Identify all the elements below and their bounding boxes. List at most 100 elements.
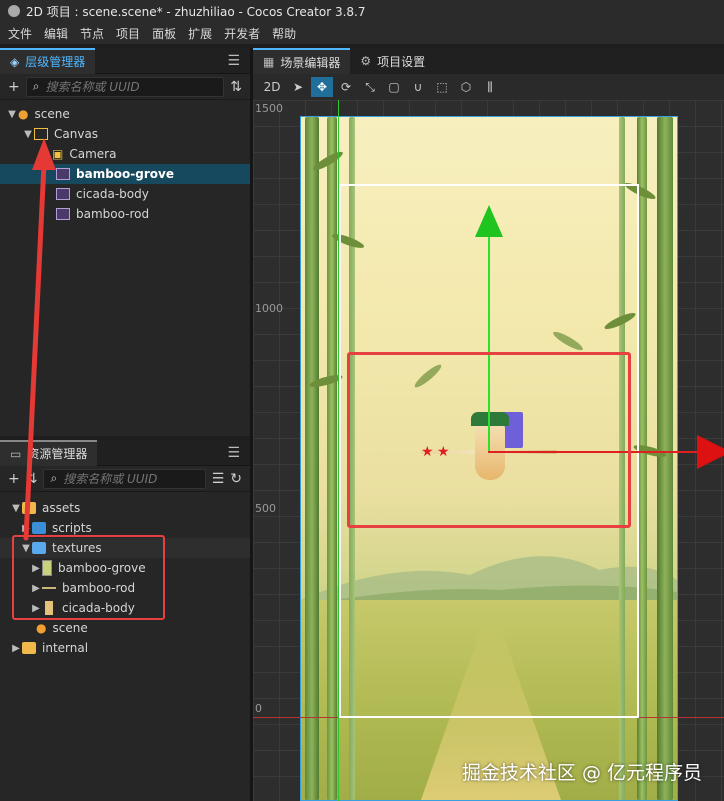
tab-project-settings[interactable]: ⚙ 项目设置: [350, 48, 435, 74]
node-label: bamboo-grove: [76, 167, 174, 181]
tab-assets[interactable]: ▭ 资源管理器: [0, 439, 98, 466]
assets-panel: ▭ 资源管理器 ☰ + ⇅ ⌕ ☰ ↻ ▼ assets ▶ scripts ▼…: [0, 439, 250, 801]
hierarchy-tree: ▼ ● scene ▼ Canvas ▣ Camera bamboo-grove…: [0, 100, 250, 224]
tree-node-bamboo-rod[interactable]: bamboo-rod: [0, 204, 250, 224]
bamboo-stalk: [327, 117, 337, 800]
node-label: cicada-body: [76, 187, 149, 201]
scene-toolbar: 2D ➤ ✥ ⟳ ⤡ ▢ ∪ ⬚ ⬡ ⫼: [253, 74, 724, 100]
sprite-icon: [56, 168, 70, 180]
menu-panel[interactable]: 面板: [152, 25, 176, 42]
tab-label: 场景编辑器: [280, 55, 341, 70]
local-space-icon[interactable]: ⬚: [431, 77, 453, 97]
asset-label: scene: [52, 621, 88, 635]
camera-icon: ▣: [52, 147, 64, 161]
tree-node-scene[interactable]: ▼ ● scene: [0, 104, 250, 124]
hierarchy-toolbar: + ⌕ ⇅: [0, 74, 250, 100]
title-bar: 2D 项目 : scene.scene* - zhuzhiliao - Coco…: [0, 0, 724, 22]
expand-arrow-icon[interactable]: ▼: [6, 109, 18, 120]
filter-icon[interactable]: ☰: [212, 471, 225, 487]
hierarchy-tab-label: 层级管理器: [25, 55, 86, 69]
ruler-label: 0: [255, 702, 262, 715]
magnet-tool-icon[interactable]: ∪: [407, 77, 429, 97]
tab-scene-editor[interactable]: ▦ 场景编辑器: [253, 48, 351, 74]
scale-tool-icon[interactable]: ⤡: [359, 77, 381, 97]
scene-icon: ●: [18, 107, 29, 121]
window-title: 2D 项目 : scene.scene* - zhuzhiliao - Coco…: [26, 4, 366, 19]
asset-assets[interactable]: ▼ assets: [0, 498, 250, 518]
folder-icon: ▭: [10, 446, 22, 461]
rect-tool-icon[interactable]: ▢: [383, 77, 405, 97]
tab-label: 项目设置: [377, 54, 426, 69]
scene-editor-icon: ▦: [263, 55, 275, 69]
assets-tab-label: 资源管理器: [27, 447, 88, 461]
menu-extension[interactable]: 扩展: [188, 25, 212, 42]
align-tool-icon[interactable]: ⫼: [479, 77, 501, 97]
gizmo-x-arrow-icon[interactable]: [697, 435, 724, 469]
expand-arrow-icon[interactable]: ▼: [22, 129, 34, 140]
database-icon: [22, 502, 36, 514]
gizmo-y-arrow-icon[interactable]: [475, 205, 503, 237]
menu-node[interactable]: 节点: [80, 25, 104, 42]
tree-node-cicada-body[interactable]: cicada-body: [0, 184, 250, 204]
hierarchy-menu-icon[interactable]: ☰: [227, 53, 240, 69]
move-tool-icon[interactable]: ✥: [311, 77, 333, 97]
database-icon: [22, 642, 36, 654]
assets-header: ▭ 资源管理器 ☰: [0, 439, 250, 466]
expand-arrow-icon[interactable]: ▶: [10, 643, 22, 654]
search-icon: ⌕: [50, 471, 58, 485]
menu-file[interactable]: 文件: [8, 25, 32, 42]
assets-menu-icon[interactable]: ☰: [227, 445, 240, 461]
hierarchy-search-input[interactable]: [45, 79, 224, 94]
menu-developer[interactable]: 开发者: [224, 25, 260, 42]
sprites-highlight-box: [347, 352, 631, 528]
assets-search-input[interactable]: [63, 471, 205, 486]
node-label: scene: [34, 107, 70, 121]
watermark-text: 掘金技术社区 @ 亿元程序员: [461, 762, 702, 784]
app-icon: [8, 5, 20, 17]
ruler-label: 1500: [255, 102, 283, 115]
tree-node-bamboo-grove[interactable]: bamboo-grove: [0, 164, 250, 184]
scene-icon: ●: [36, 621, 47, 635]
hierarchy-panel: ◈ 层级管理器 ☰ + ⌕ ⇅ ▼ ● scene ▼ Canvas ▣ Cam…: [0, 47, 250, 436]
asset-internal[interactable]: ▶ internal: [0, 638, 250, 658]
select-tool-icon[interactable]: ➤: [287, 77, 309, 97]
tree-node-camera[interactable]: ▣ Camera: [0, 144, 250, 164]
sort-icon[interactable]: ⇅: [230, 79, 242, 95]
menu-help[interactable]: 帮助: [272, 25, 296, 42]
bamboo-stalk: [657, 117, 673, 800]
node-label: Camera: [69, 147, 117, 161]
editor-tabs: ▦ 场景编辑器 ⚙ 项目设置: [253, 48, 724, 74]
folder-icon: [32, 522, 46, 534]
menu-edit[interactable]: 编辑: [44, 25, 68, 42]
gear-icon: ⚙: [360, 54, 372, 68]
sprite-icon: [56, 208, 70, 220]
search-icon: ⌕: [32, 79, 40, 93]
tree-node-canvas[interactable]: ▼ Canvas: [0, 124, 250, 144]
menu-project[interactable]: 项目: [116, 25, 140, 42]
rotate-tool-icon[interactable]: ⟳: [335, 77, 357, 97]
add-asset-icon[interactable]: +: [8, 471, 20, 487]
menu-bar: 文件 编辑 节点 项目 面板 扩展 开发者 帮助: [0, 22, 724, 44]
tab-hierarchy[interactable]: ◈ 层级管理器: [0, 47, 96, 74]
expand-arrow-icon[interactable]: ▶: [20, 523, 32, 534]
assets-search[interactable]: ⌕: [43, 468, 206, 489]
textures-highlight-box: [12, 535, 165, 620]
bamboo-stalk: [305, 117, 319, 800]
asset-scene[interactable]: ● scene: [0, 618, 250, 638]
mode-2d-button[interactable]: 2D: [259, 77, 285, 97]
ruler-label: 1000: [255, 302, 283, 315]
asset-label: assets: [42, 501, 81, 515]
hierarchy-search[interactable]: ⌕: [25, 76, 225, 97]
asset-label: internal: [42, 641, 89, 655]
add-node-icon[interactable]: +: [8, 79, 20, 95]
scene-viewport[interactable]: 1500 1000 500 0 ★ ★ 掘金技术社区 @ 亿元程序员: [253, 100, 724, 801]
canvas-icon: [34, 128, 48, 140]
node-label: bamboo-rod: [76, 207, 150, 221]
pivot-icon[interactable]: ⬡: [455, 77, 477, 97]
expand-arrow-icon[interactable]: ▼: [10, 503, 22, 514]
sort-order-icon[interactable]: ⇅: [26, 471, 38, 487]
refresh-icon[interactable]: ↻: [230, 471, 242, 487]
hierarchy-header: ◈ 层级管理器 ☰: [0, 47, 250, 74]
assets-toolbar: + ⇅ ⌕ ☰ ↻: [0, 466, 250, 492]
ruler-label: 500: [255, 502, 276, 515]
